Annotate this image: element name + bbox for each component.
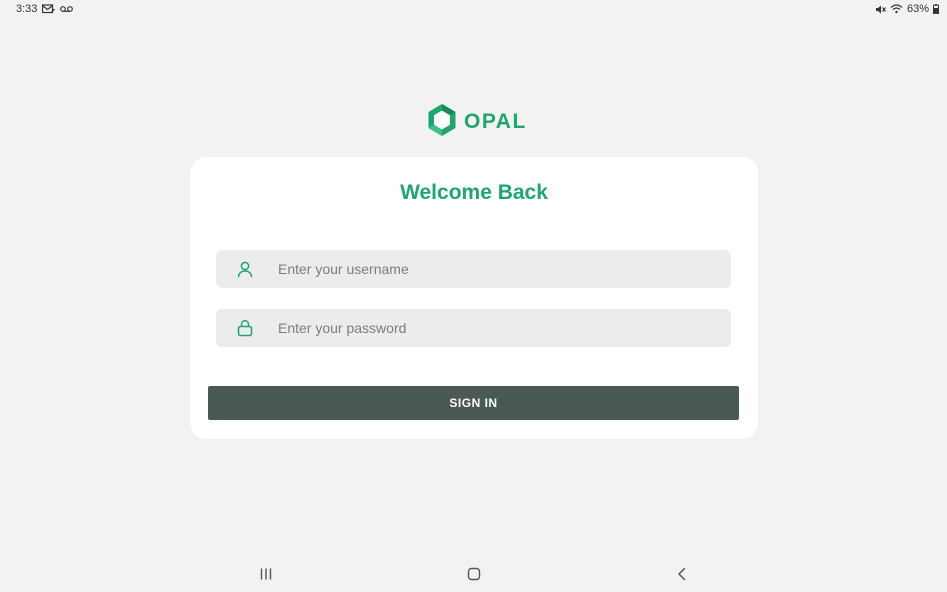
login-card: Welcome Back SIGN IN xyxy=(190,157,758,439)
logo-text: OPAL xyxy=(464,110,527,133)
login-title: Welcome Back xyxy=(400,181,548,204)
password-field[interactable] xyxy=(216,309,731,347)
lock-icon xyxy=(236,319,254,337)
mute-icon xyxy=(875,4,886,15)
status-time: 3:33 xyxy=(16,3,38,15)
navigation-bar xyxy=(0,560,947,592)
password-input[interactable] xyxy=(278,309,718,347)
recents-icon[interactable] xyxy=(256,566,276,582)
status-right: 63% xyxy=(875,3,939,15)
hexagon-logo-icon xyxy=(426,102,458,143)
battery-icon xyxy=(933,4,939,14)
wifi-icon xyxy=(890,4,903,14)
back-icon[interactable] xyxy=(672,566,692,582)
login-screen: 3:33 63% OPAL Welcome Back Enter your us… xyxy=(0,0,947,592)
status-left: 3:33 xyxy=(16,3,74,15)
home-icon[interactable] xyxy=(464,566,484,582)
username-field[interactable] xyxy=(216,250,731,288)
user-icon xyxy=(236,260,254,278)
mail-icon xyxy=(42,4,56,14)
opal-logo: OPAL xyxy=(426,102,527,143)
status-bar: 3:33 63% xyxy=(0,0,947,20)
voicemail-icon xyxy=(60,5,74,13)
battery-percent: 63% xyxy=(906,3,929,15)
sign-in-button[interactable]: SIGN IN xyxy=(208,386,739,420)
username-input[interactable] xyxy=(278,250,718,288)
